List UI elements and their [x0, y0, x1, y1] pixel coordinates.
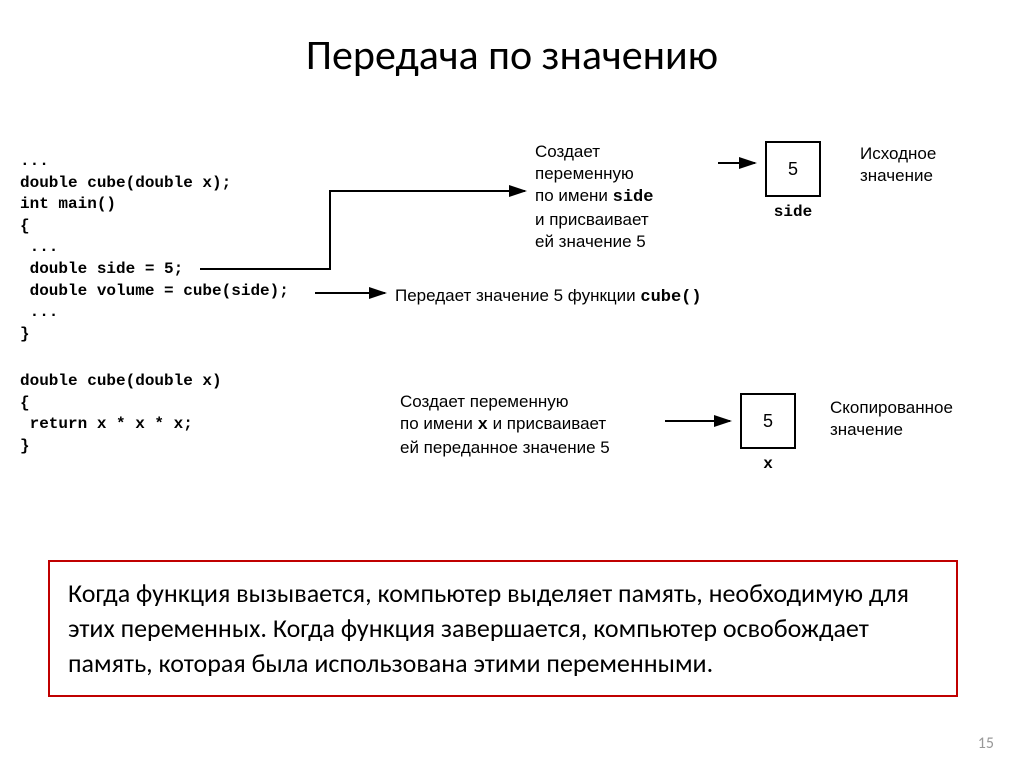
explanation-box: Когда функция вызывается, компьютер выде… [48, 560, 958, 697]
text: Передает значение 5 функции [395, 286, 640, 305]
text: значение [860, 166, 933, 185]
text: Создает [535, 142, 600, 161]
box-note-copied: Скопированное значение [830, 397, 953, 441]
text: переменную [535, 164, 634, 183]
box-label-side: side [765, 203, 821, 221]
text: и присваивает [535, 210, 649, 229]
text: ей значение 5 [535, 232, 646, 251]
box-label-x: x [740, 455, 796, 473]
box-note-original: Исходное значение [860, 143, 936, 187]
memory-box-side: 5 [765, 141, 821, 197]
annotation-pass-value: Передает значение 5 функции cube() [395, 285, 702, 309]
text: ей переданное значение 5 [400, 438, 610, 457]
explanation-text: Когда функция вызывается, компьютер выде… [68, 577, 909, 679]
text: по имени [535, 186, 613, 205]
box-value: 5 [788, 159, 798, 180]
text: значение [830, 420, 903, 439]
text: Исходное [860, 144, 936, 163]
slide-title: Передача по значению [0, 0, 1024, 101]
annotation-create-side: Создает переменную по имени side и присв… [535, 141, 705, 253]
mono: side [613, 188, 654, 207]
code-block-function: double cube(double x) { return x * x * x… [20, 371, 222, 457]
text: Создает переменную [400, 392, 568, 411]
box-value: 5 [763, 411, 773, 432]
page-number: 15 [978, 734, 994, 753]
memory-box-x: 5 [740, 393, 796, 449]
mono: x [478, 416, 488, 435]
text: по имени [400, 414, 478, 433]
text: Скопированное [830, 398, 953, 417]
diagram: ... double cube(double x); int main() { … [0, 111, 1024, 541]
annotation-create-x: Создает переменную по имени x и присваив… [400, 391, 660, 459]
mono: cube() [640, 288, 701, 307]
code-block-main: ... double cube(double x); int main() { … [20, 151, 289, 345]
text: и присваивает [488, 414, 606, 433]
